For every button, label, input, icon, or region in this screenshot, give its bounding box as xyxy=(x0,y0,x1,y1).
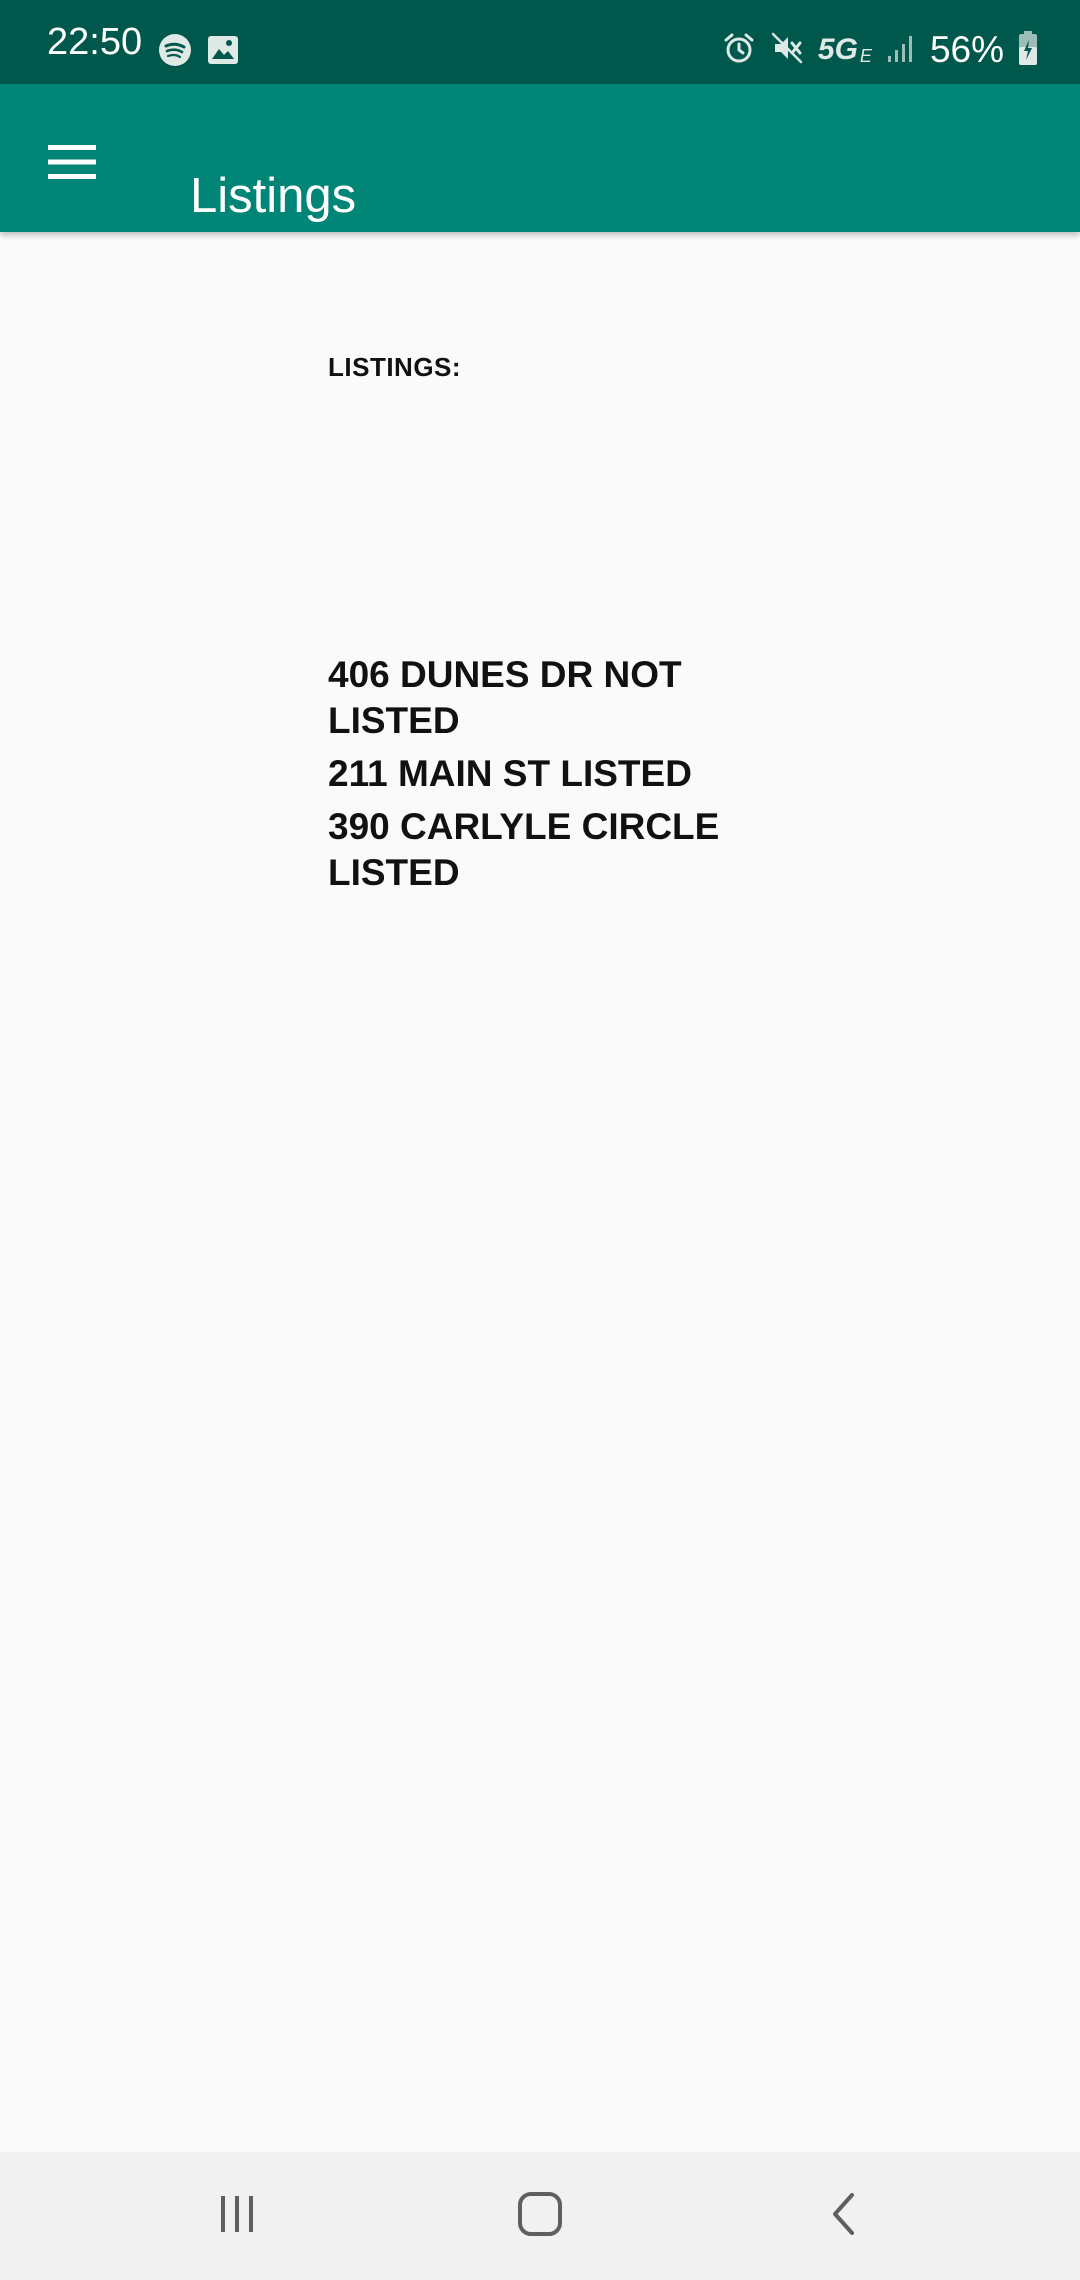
network-type: 5G E xyxy=(818,33,872,67)
mute-icon xyxy=(770,31,804,70)
home-icon xyxy=(517,2191,563,2242)
back-button[interactable] xyxy=(793,2172,893,2260)
signal-icon xyxy=(886,32,916,69)
network-label: 5G xyxy=(817,33,858,66)
system-nav-bar xyxy=(0,2152,1080,2280)
image-icon xyxy=(206,34,240,71)
list-item: 390 CARLYLE CIRCLE LISTED xyxy=(328,806,720,893)
battery-icon xyxy=(1018,30,1038,71)
list-item: 406 DUNES DR NOT LISTED xyxy=(328,654,682,741)
status-right-icons: 5G E 56% xyxy=(722,30,1038,70)
page-title: Listings xyxy=(190,168,357,223)
spotify-icon xyxy=(158,33,192,72)
battery-percentage: 56% xyxy=(929,29,1004,70)
status-left-icons xyxy=(158,33,240,71)
home-button[interactable] xyxy=(490,2172,590,2260)
recent-apps-icon xyxy=(215,2194,259,2239)
status-time: 22:50 xyxy=(47,21,143,63)
hamburger-menu-icon xyxy=(46,142,98,187)
recent-apps-button[interactable] xyxy=(187,2172,287,2260)
menu-button[interactable] xyxy=(28,120,116,208)
alarm-icon xyxy=(722,31,756,70)
listing-list: 406 DUNES DR NOT LISTED 211 MAIN ST LIST… xyxy=(328,652,748,903)
network-sub-label: E xyxy=(859,46,872,66)
main-content: LISTINGS: 406 DUNES DR NOT LISTED 211 MA… xyxy=(0,232,1080,2152)
listings-header: LISTINGS: xyxy=(328,352,462,382)
status-bar: 22:50 5G E 56% xyxy=(0,0,1080,84)
app-bar: Listings xyxy=(0,84,1080,232)
list-item: 211 MAIN ST LISTED xyxy=(328,753,692,794)
back-icon xyxy=(828,2192,858,2241)
